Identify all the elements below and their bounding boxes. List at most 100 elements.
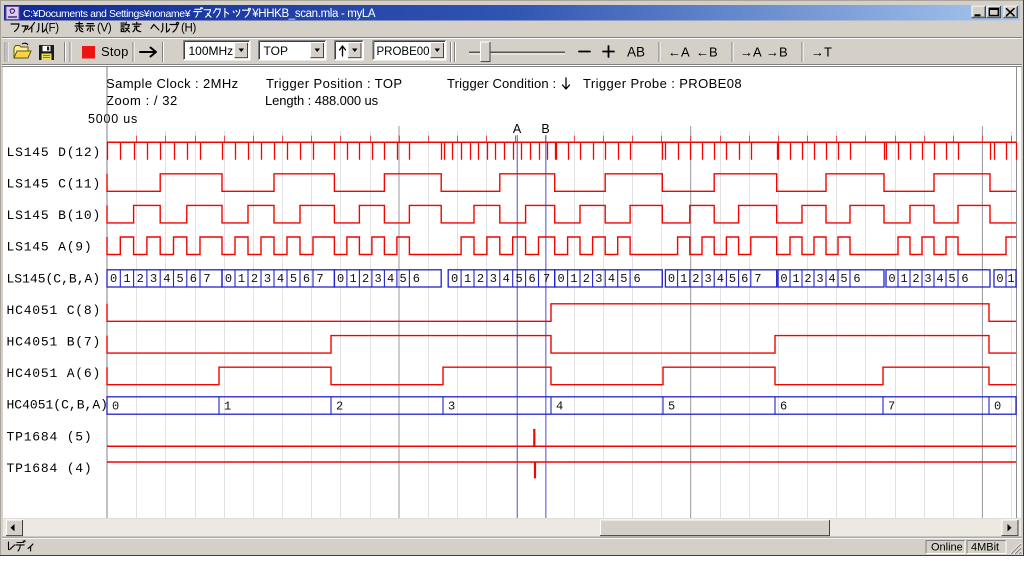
svg-text:LS145 D(12): LS145 D(12) <box>7 145 102 160</box>
svg-text:6: 6 <box>853 272 860 286</box>
svg-text:1: 1 <box>1007 272 1014 286</box>
svg-text:6: 6 <box>528 272 535 286</box>
svg-text:3: 3 <box>816 272 823 286</box>
svg-text:4: 4 <box>387 272 394 286</box>
svg-text:4: 4 <box>277 272 284 286</box>
svg-text:0: 0 <box>780 272 787 286</box>
svg-text:3: 3 <box>375 272 382 286</box>
svg-text:7: 7 <box>754 272 761 286</box>
svg-text:PROBE00: PROBE00 <box>377 46 430 58</box>
svg-text:6: 6 <box>303 272 310 286</box>
svg-text:2: 2 <box>692 272 699 286</box>
svg-text:A: A <box>513 122 522 136</box>
svg-text:0: 0 <box>996 272 1003 286</box>
svg-text:TP1684 (5): TP1684 (5) <box>7 429 93 444</box>
svg-text:3: 3 <box>704 272 711 286</box>
svg-text:3: 3 <box>924 272 931 286</box>
svg-text:(H): (H) <box>181 23 197 35</box>
svg-text:3: 3 <box>150 272 157 286</box>
svg-text:Online: Online <box>931 542 963 554</box>
svg-text:5: 5 <box>620 272 627 286</box>
svg-text:2: 2 <box>336 399 343 413</box>
svg-text:5: 5 <box>948 272 955 286</box>
svg-text:AB: AB <box>627 45 645 60</box>
svg-text:1: 1 <box>900 272 907 286</box>
svg-text:→A: →A <box>740 45 762 60</box>
svg-text:6: 6 <box>633 272 640 286</box>
svg-text:7: 7 <box>888 399 895 413</box>
svg-text:4: 4 <box>936 272 943 286</box>
svg-text:HC4051 C(8): HC4051 C(8) <box>7 303 102 318</box>
svg-text:Stop: Stop <box>101 44 129 59</box>
svg-text:0: 0 <box>337 272 344 286</box>
svg-text:4: 4 <box>556 399 563 413</box>
svg-text:3: 3 <box>595 272 602 286</box>
svg-text:1: 1 <box>792 272 799 286</box>
svg-text:7: 7 <box>543 272 550 286</box>
svg-text:1: 1 <box>224 399 231 413</box>
svg-text:0: 0 <box>112 399 119 413</box>
svg-text:2: 2 <box>477 272 484 286</box>
svg-text:1: 1 <box>464 272 471 286</box>
svg-text:2: 2 <box>251 272 258 286</box>
svg-text:2: 2 <box>804 272 811 286</box>
svg-text:3: 3 <box>448 399 455 413</box>
svg-text:1: 1 <box>680 272 687 286</box>
svg-text:3: 3 <box>264 272 271 286</box>
svg-text:5: 5 <box>840 272 847 286</box>
svg-text:4: 4 <box>717 272 724 286</box>
svg-text:6: 6 <box>741 272 748 286</box>
svg-text:5: 5 <box>516 272 523 286</box>
svg-text:0: 0 <box>668 272 675 286</box>
svg-text:LS145 A(9): LS145 A(9) <box>7 240 93 255</box>
svg-text:Trigger Position : TOP: Trigger Position : TOP <box>266 76 402 91</box>
svg-text:HC4051 A(6): HC4051 A(6) <box>7 366 102 381</box>
svg-text:6: 6 <box>961 272 968 286</box>
svg-text:→T: →T <box>811 45 832 60</box>
svg-text:0: 0 <box>110 272 117 286</box>
svg-text:2: 2 <box>583 272 590 286</box>
svg-text:0: 0 <box>994 399 1001 413</box>
svg-text:4: 4 <box>828 272 835 286</box>
svg-text:←A: ←A <box>668 45 690 60</box>
svg-text:5: 5 <box>729 272 736 286</box>
svg-text:HC4051 B(7): HC4051 B(7) <box>7 335 102 350</box>
svg-text:6: 6 <box>190 272 197 286</box>
svg-text:(F): (F) <box>45 23 59 35</box>
svg-text:TOP: TOP <box>264 44 288 58</box>
svg-text:0: 0 <box>451 272 458 286</box>
svg-text:¥HHKB_scan.mla - myLA: ¥HHKB_scan.mla - myLA <box>251 8 376 20</box>
svg-text:5: 5 <box>290 272 297 286</box>
svg-text:1: 1 <box>350 272 357 286</box>
svg-text:7: 7 <box>203 272 210 286</box>
svg-text:6: 6 <box>780 399 787 413</box>
svg-text:5000 us: 5000 us <box>88 112 138 126</box>
svg-text:LS145 B(10): LS145 B(10) <box>7 208 102 223</box>
svg-text:0: 0 <box>888 272 895 286</box>
svg-text:4: 4 <box>608 272 615 286</box>
svg-text:←B: ←B <box>696 45 718 60</box>
svg-text:Zoom : / 32: Zoom : / 32 <box>106 93 178 108</box>
svg-text:4MBit: 4MBit <box>971 542 999 554</box>
svg-text:0: 0 <box>225 272 232 286</box>
svg-text:2: 2 <box>912 272 919 286</box>
svg-text:5: 5 <box>400 272 407 286</box>
svg-text:2: 2 <box>137 272 144 286</box>
svg-text:C:¥Documents and Settings¥nona: C:¥Documents and Settings¥noname¥ <box>23 8 191 20</box>
svg-text:HC4051(C,B,A): HC4051(C,B,A) <box>7 398 108 413</box>
svg-text:2: 2 <box>362 272 369 286</box>
svg-text:6: 6 <box>413 272 420 286</box>
svg-text:LS145(C,B,A): LS145(C,B,A) <box>7 271 101 286</box>
svg-text:4: 4 <box>503 272 510 286</box>
svg-text:B: B <box>541 122 549 136</box>
svg-text:→B: →B <box>766 45 788 60</box>
svg-text:5: 5 <box>177 272 184 286</box>
svg-text:Sample Clock : 2MHz: Sample Clock : 2MHz <box>106 76 239 91</box>
svg-text:7: 7 <box>316 272 323 286</box>
svg-text:Trigger Condition :: Trigger Condition : <box>447 76 556 91</box>
svg-text:1: 1 <box>570 272 577 286</box>
svg-text:(V): (V) <box>97 23 112 35</box>
svg-text:1: 1 <box>238 272 245 286</box>
svg-text:TP1684 (4): TP1684 (4) <box>7 461 93 476</box>
svg-text:5: 5 <box>668 399 675 413</box>
